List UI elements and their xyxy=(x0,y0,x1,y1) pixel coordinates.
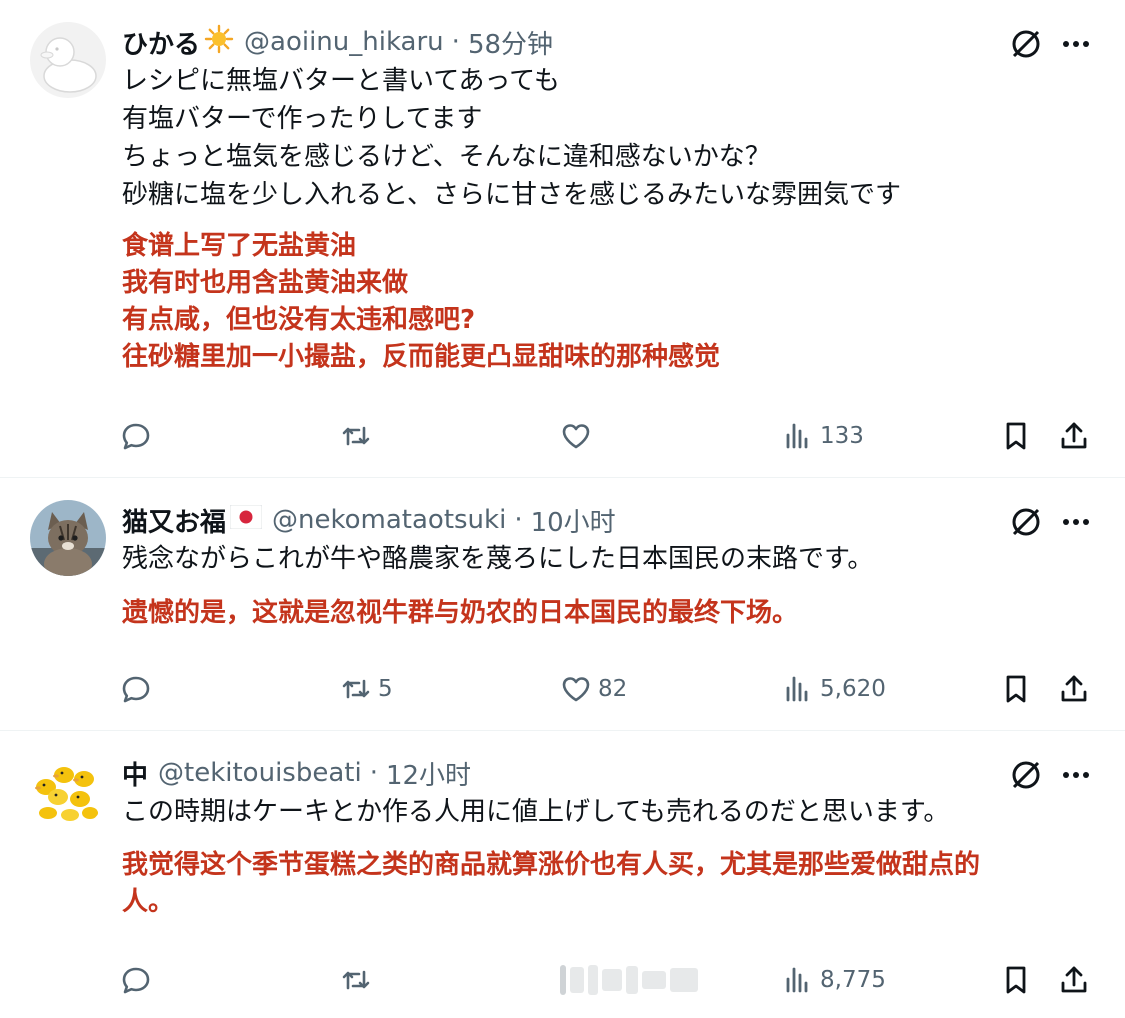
text-line: レシピに無塩バターと書いてあっても xyxy=(122,66,560,96)
retweet-button[interactable] xyxy=(340,960,378,1000)
reply-icon xyxy=(120,673,152,705)
more-icon[interactable] xyxy=(1056,502,1096,542)
text-line: ちょっと塩気を感じるけど、そんなに違和感ないかな？ xyxy=(122,142,771,172)
timestamp[interactable]: 58分钟 xyxy=(468,24,553,61)
tweet-2[interactable]: 猫又お福 @nekomataotsuki · 10小时 残念ながらこれが牛や酪農… xyxy=(0,478,1125,730)
reply-button[interactable] xyxy=(120,960,158,1000)
translation-text: 遗憾的是，这就是忽视牛群与奶农的日本国民的最终下场。 xyxy=(122,595,798,632)
views-count: 133 xyxy=(820,423,864,449)
retweet-icon xyxy=(340,420,372,452)
avatar[interactable] xyxy=(30,753,106,829)
action-bar: 133 xyxy=(0,416,1125,456)
tweet-text: この時期はケーキとか作る人用に値上げしても売れるのだと思います。 xyxy=(122,793,949,831)
views-count: 8,775 xyxy=(820,967,886,993)
sun-emoji-icon xyxy=(204,24,234,61)
action-bar: 8,775 xyxy=(0,960,1125,1000)
retweet-button[interactable] xyxy=(340,416,378,456)
avatar[interactable] xyxy=(30,22,106,98)
like-icon xyxy=(560,673,592,705)
text-line: 有塩バターで作ったりしてます xyxy=(122,104,483,134)
tweet-3[interactable]: 中 @tekitouisbeati · 12小时 この時期はケーキとか作る人用に… xyxy=(0,731,1125,1018)
user-handle[interactable]: @nekomataotsuki xyxy=(272,505,506,535)
retweet-icon xyxy=(340,673,372,705)
translation-text: 食谱上写了无盐黄油 我有时也用含盐黄油来做 有点咸，但也没有太违和感吧? 往砂糖… xyxy=(122,228,720,376)
views-button[interactable]: 133 xyxy=(782,416,864,456)
share-button[interactable] xyxy=(1058,960,1090,1000)
reply-icon xyxy=(120,964,152,996)
translation-line: 遗憾的是，这就是忽视牛群与奶农的日本国民的最终下场。 xyxy=(122,598,799,628)
share-icon xyxy=(1058,420,1090,452)
separator-dot: · xyxy=(514,505,523,535)
grok-icon[interactable] xyxy=(1006,755,1046,795)
like-button[interactable]: 82 xyxy=(560,669,627,709)
bookmark-icon xyxy=(1000,420,1032,452)
separator-dot: · xyxy=(451,27,460,57)
views-count: 5,620 xyxy=(820,676,886,702)
display-name[interactable]: ひかる xyxy=(122,24,200,61)
bookmark-button[interactable] xyxy=(1000,669,1032,709)
avatar[interactable] xyxy=(30,500,106,576)
bookmark-button[interactable] xyxy=(1000,960,1032,1000)
views-button[interactable]: 8,775 xyxy=(782,960,886,1000)
action-bar: 5 82 5,620 xyxy=(0,669,1125,709)
share-button[interactable] xyxy=(1058,416,1090,456)
tweet-1[interactable]: ひかる @aoiinu_hikaru · 58分钟 レシピに無塩バターと書いてあ… xyxy=(0,0,1125,477)
like-count: 82 xyxy=(598,676,628,702)
separator-dot: · xyxy=(369,758,378,788)
like-icon xyxy=(560,420,592,452)
duck-avatar-image xyxy=(30,22,106,98)
reply-button[interactable] xyxy=(120,669,158,709)
text-line: この時期はケーキとか作る人用に値上げしても売れるのだと思います。 xyxy=(122,797,950,827)
translation-line: 人。 xyxy=(122,887,175,917)
share-icon xyxy=(1058,964,1090,996)
more-icon[interactable] xyxy=(1056,755,1096,795)
retweet-button[interactable]: 5 xyxy=(340,669,393,709)
user-handle[interactable]: @aoiinu_hikaru xyxy=(244,27,444,57)
views-button[interactable]: 5,620 xyxy=(782,669,886,709)
japan-flag-icon xyxy=(229,504,263,536)
bookmark-button[interactable] xyxy=(1000,416,1032,456)
tweet-header: 中 @tekitouisbeati · 12小时 xyxy=(122,753,471,793)
timestamp[interactable]: 10小时 xyxy=(531,502,616,539)
tweet-text: 残念ながらこれが牛や酪農家を蔑ろにした日本国民の末路です。 xyxy=(122,540,873,578)
translation-line: 食谱上写了无盐黄油 xyxy=(122,231,357,261)
share-button[interactable] xyxy=(1058,669,1090,709)
translation-line: 我觉得这个季节蛋糕之类的商品就算涨价也有人买，尤其是那些爱做甜点的 xyxy=(122,850,981,880)
text-line: 砂糖に塩を少し入れると、さらに甘さを感じるみたいな雰囲気です xyxy=(122,180,901,210)
views-icon xyxy=(782,673,814,705)
translation-line: 我有时也用含盐黄油来做 xyxy=(122,268,409,298)
cat-avatar-image xyxy=(30,500,106,576)
retweet-count: 5 xyxy=(378,676,393,702)
translation-text: 我觉得这个季节蛋糕之类的商品就算涨价也有人买，尤其是那些爱做甜点的 人。 xyxy=(122,847,980,921)
text-line: 残念ながらこれが牛や酪農家を蔑ろにした日本国民の末路です。 xyxy=(122,544,874,574)
ducks-avatar-image xyxy=(30,753,106,829)
reply-icon xyxy=(120,420,152,452)
reply-button[interactable] xyxy=(120,416,158,456)
translation-line: 往砂糖里加一小撮盐，反而能更凸显甜味的那种感觉 xyxy=(122,342,721,372)
share-icon xyxy=(1058,673,1090,705)
display-name[interactable]: 中 xyxy=(122,755,148,792)
views-icon xyxy=(782,420,814,452)
views-icon xyxy=(782,964,814,996)
translation-line: 有点咸，但也没有太违和感吧? xyxy=(122,305,476,335)
watermark-overlay xyxy=(560,960,698,1000)
bookmark-icon xyxy=(1000,964,1032,996)
user-handle[interactable]: @tekitouisbeati xyxy=(158,758,362,788)
like-button[interactable] xyxy=(560,416,598,456)
tweet-header: ひかる @aoiinu_hikaru · 58分钟 xyxy=(122,22,553,62)
tweet-header: 猫又お福 @nekomataotsuki · 10小时 xyxy=(122,500,616,540)
timestamp[interactable]: 12小时 xyxy=(386,755,471,792)
bookmark-icon xyxy=(1000,673,1032,705)
grok-icon[interactable] xyxy=(1006,24,1046,64)
retweet-icon xyxy=(340,964,372,996)
tweet-text: レシピに無塩バターと書いてあっても 有塩バターで作ったりしてます ちょっと塩気を… xyxy=(122,62,901,214)
more-icon[interactable] xyxy=(1056,24,1096,64)
display-name[interactable]: 猫又お福 xyxy=(122,502,226,539)
grok-icon[interactable] xyxy=(1006,502,1046,542)
